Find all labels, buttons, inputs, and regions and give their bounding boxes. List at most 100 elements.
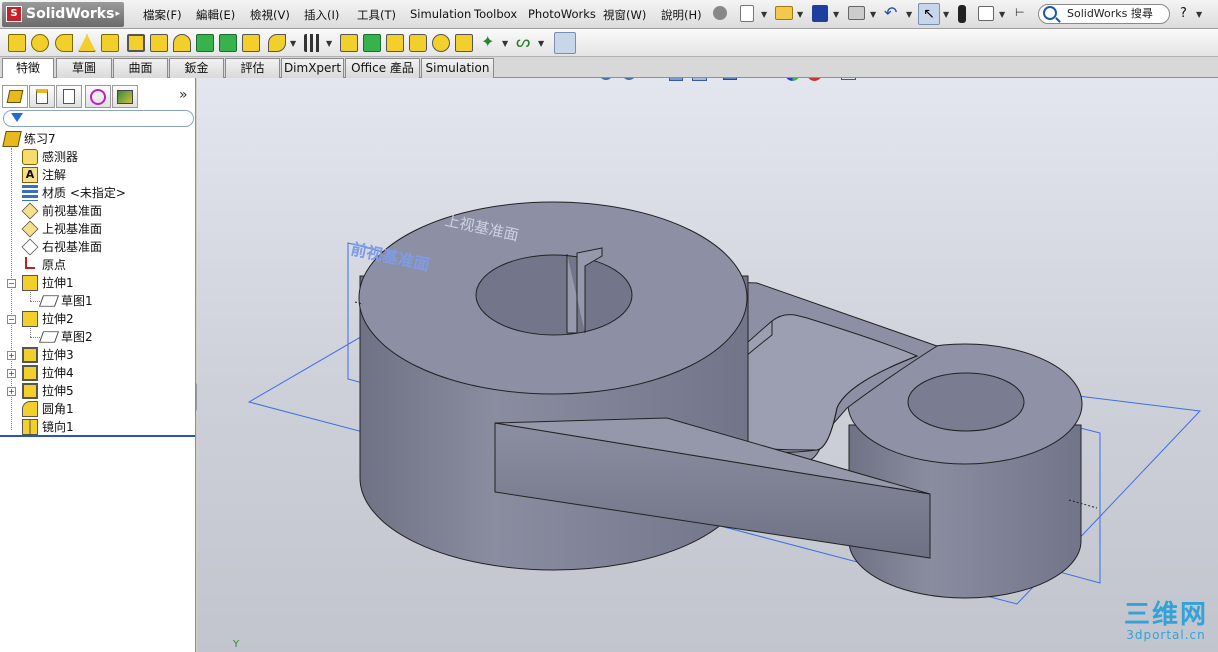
extrude-icon xyxy=(22,365,38,381)
tab-dimxpert[interactable]: DimXpert xyxy=(281,58,344,78)
expand-toggle[interactable]: + xyxy=(7,351,16,360)
part-icon xyxy=(2,131,22,147)
curves-icon[interactable]: ᔕ xyxy=(516,34,534,52)
graphics-area[interactable]: ↺ ▼ ▼ ∞ ▼ ▼ ▼ xyxy=(197,78,1218,652)
chevron-down-icon[interactable]: ▼ xyxy=(502,39,508,48)
boundary-cut-icon[interactable] xyxy=(242,34,260,52)
shell-icon[interactable] xyxy=(386,34,404,52)
tab-sheet-metal[interactable]: 鈑金 xyxy=(169,58,224,78)
chevron-down-icon[interactable]: ▼ xyxy=(833,10,839,19)
rib-icon[interactable] xyxy=(340,34,358,52)
extrude-icon xyxy=(22,311,38,327)
model-canvas[interactable]: 上视基准面 前视基准面 xyxy=(197,78,1218,652)
tab-sketch[interactable]: 草圖 xyxy=(56,58,112,78)
expand-panel-icon[interactable]: » xyxy=(179,87,188,103)
traffic-light-icon[interactable] xyxy=(958,5,966,23)
revolved-boss-icon[interactable] xyxy=(31,34,49,52)
dome-icon[interactable] xyxy=(432,34,450,52)
reference-geometry-icon[interactable]: ✦ xyxy=(481,34,499,52)
pin-toolbar-icon[interactable]: ⊢ xyxy=(1015,6,1029,20)
property-manager-icon xyxy=(36,89,48,104)
feature-manager-tabs: » xyxy=(0,85,196,109)
draft-icon[interactable] xyxy=(363,34,381,52)
chevron-down-icon[interactable]: ▼ xyxy=(906,10,912,19)
linear-pattern-icon[interactable] xyxy=(304,34,322,52)
tab-office-products[interactable]: Office 產品 xyxy=(345,58,420,78)
fillet-icon[interactable] xyxy=(268,34,286,52)
large-boss-bore xyxy=(475,254,633,336)
save-icon[interactable] xyxy=(812,5,828,22)
search-icon xyxy=(1043,6,1057,20)
logo-arrow-icon[interactable]: ▸ xyxy=(115,2,120,27)
help-button[interactable]: ? xyxy=(1180,6,1187,21)
menu-bar: S SolidWorks ▸ 檔案(F) 編輯(E) 檢視(V) 插入(I) 工… xyxy=(0,0,1218,29)
print-icon[interactable] xyxy=(848,6,865,20)
new-document-icon[interactable] xyxy=(740,5,754,22)
swept-boss-icon[interactable] xyxy=(55,34,73,52)
menu-help[interactable]: 說明(H) xyxy=(661,7,702,23)
filter-icon xyxy=(11,113,23,122)
chevron-down-icon[interactable]: ▼ xyxy=(290,39,296,48)
select-cursor-icon[interactable]: ↖ xyxy=(918,3,940,25)
extruded-cut-icon[interactable] xyxy=(127,34,145,52)
logo-text: SolidWorks xyxy=(26,6,115,22)
collapse-toggle[interactable]: − xyxy=(7,315,16,324)
menu-file[interactable]: 檔案(F) xyxy=(143,7,182,23)
options-list-icon[interactable] xyxy=(978,6,994,21)
command-tabs: 特徵 草圖 曲面 鈑金 評估 DimXpert Office 產品 Simula… xyxy=(0,57,1218,79)
search-placeholder: SolidWorks 搜尋 xyxy=(1067,7,1153,20)
tab-features[interactable]: 特徵 xyxy=(2,58,54,79)
chevron-down-icon[interactable]: ▼ xyxy=(538,39,544,48)
expand-toggle[interactable]: + xyxy=(7,369,16,378)
feature-tree-filter-input[interactable] xyxy=(3,110,194,127)
watermark-site: 3dportal.cn xyxy=(1126,628,1206,642)
feature-manager-panel: » 练习7 感测器 A 注解 材质 <未指定> 前视基准面 上视基准面 右视基准… xyxy=(0,78,196,652)
chevron-down-icon[interactable]: ▼ xyxy=(761,10,767,19)
lofted-boss-icon[interactable] xyxy=(78,34,96,52)
mirror-icon xyxy=(22,419,38,435)
tab-simulation[interactable]: Simulation xyxy=(421,58,494,78)
menu-edit[interactable]: 編輯(E) xyxy=(196,7,235,23)
undo-icon[interactable]: ↶ xyxy=(884,5,901,21)
display-manager-tab[interactable] xyxy=(112,85,138,108)
menu-photoworks[interactable]: PhotoWorks xyxy=(528,7,596,21)
menu-simulation[interactable]: Simulation xyxy=(410,7,471,21)
solidworks-logo[interactable]: S SolidWorks ▸ xyxy=(2,2,124,27)
menu-view[interactable]: 檢視(V) xyxy=(250,7,290,23)
chevron-down-icon[interactable]: ▼ xyxy=(1196,10,1202,19)
extruded-boss-icon[interactable] xyxy=(8,34,26,52)
feature-manager-tab[interactable] xyxy=(2,85,28,108)
boundary-boss-icon[interactable] xyxy=(101,34,119,52)
search-input[interactable]: SolidWorks 搜尋 xyxy=(1038,4,1170,24)
configuration-manager-tab[interactable] xyxy=(56,85,82,108)
open-folder-icon[interactable] xyxy=(775,6,793,20)
dimxpert-manager-tab[interactable] xyxy=(85,85,111,108)
property-manager-tab[interactable] xyxy=(29,85,55,108)
chevron-down-icon[interactable]: ▼ xyxy=(870,10,876,19)
collapse-toggle[interactable]: − xyxy=(7,279,16,288)
menu-insert[interactable]: 插入(I) xyxy=(304,7,339,23)
menu-tools[interactable]: 工具(T) xyxy=(357,7,396,23)
menu-window[interactable]: 視窗(W) xyxy=(603,7,646,23)
chevron-down-icon[interactable]: ▼ xyxy=(326,39,332,48)
instant3d-icon[interactable] xyxy=(554,32,576,54)
mirror-icon[interactable] xyxy=(455,34,473,52)
tab-surfaces[interactable]: 曲面 xyxy=(113,58,168,78)
hole-wizard-icon[interactable] xyxy=(150,34,168,52)
expand-toggle[interactable]: + xyxy=(7,387,16,396)
chevron-down-icon[interactable]: ▼ xyxy=(943,10,949,19)
tab-evaluate[interactable]: 評估 xyxy=(225,58,280,78)
lofted-cut-icon[interactable] xyxy=(219,34,237,52)
configuration-manager-icon xyxy=(63,89,75,104)
chevron-down-icon[interactable]: ▼ xyxy=(999,10,1005,19)
axis-y-label: Y xyxy=(233,639,240,650)
rollback-bar[interactable] xyxy=(0,435,195,437)
plane-icon xyxy=(21,220,39,238)
origin-icon xyxy=(25,257,35,269)
menu-toolbox[interactable]: Toolbox xyxy=(474,7,517,21)
wrap-icon[interactable] xyxy=(409,34,427,52)
chevron-down-icon[interactable]: ▼ xyxy=(797,10,803,19)
swept-cut-icon[interactable] xyxy=(196,34,214,52)
revolved-cut-icon[interactable] xyxy=(173,34,191,52)
pin-icon[interactable] xyxy=(713,6,727,20)
